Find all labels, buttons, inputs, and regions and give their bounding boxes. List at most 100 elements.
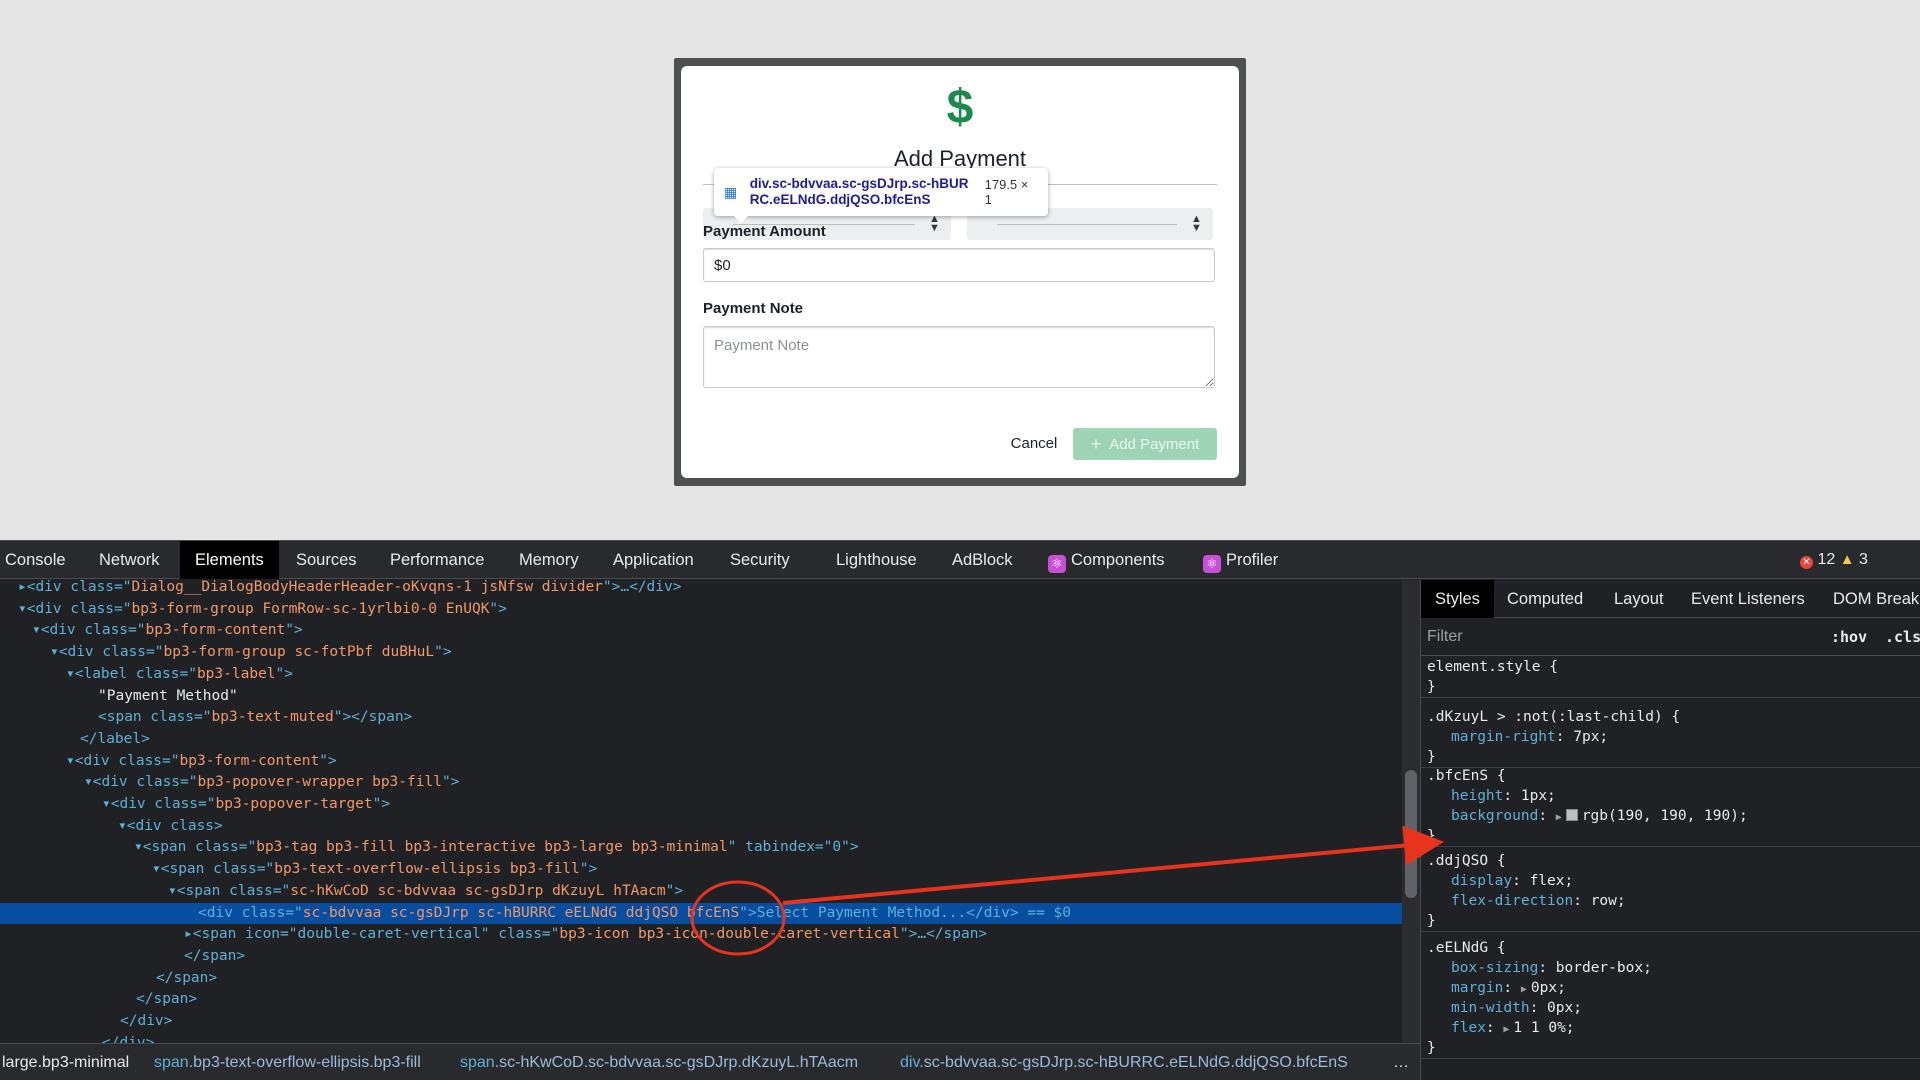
- dom-node[interactable]: </span>: [0, 968, 1402, 989]
- tab-console[interactable]: Console: [5, 541, 66, 579]
- dom-node[interactable]: <span class="bp3-text-muted"></span>: [0, 707, 1402, 728]
- inspector-tooltip: ▦ div.sc-bdvvaa.sc-gsDJrp.sc-hBURRC.eELN…: [714, 168, 1048, 223]
- dom-tag-close: ">: [285, 622, 303, 639]
- page-viewport: $ Add Payment ▲▼ ▲▼ Payment Amount Payme…: [0, 0, 1920, 540]
- hov-button[interactable]: :hov: [1831, 618, 1867, 656]
- css-rule-close: }: [1427, 679, 1436, 695]
- css-rule[interactable]: .bfcEnS { height: 1px; background: ▶ rgb(19…: [1421, 766, 1920, 847]
- tab-security[interactable]: Security: [730, 541, 790, 579]
- styles-filter-input[interactable]: [1427, 624, 1815, 650]
- tab-components[interactable]: ⚛ Components: [1048, 541, 1165, 579]
- expand-triangle-icon[interactable]: ▶: [1556, 812, 1562, 823]
- tab-performance[interactable]: Performance: [390, 541, 484, 579]
- css-rule[interactable]: .ddjQSO {display: flex; flex-direction: r…: [1421, 851, 1920, 932]
- css-rule-close: }: [1427, 828, 1436, 844]
- css-declaration[interactable]: margin-right: 7px;: [1421, 727, 1920, 747]
- css-rule[interactable]: .dKzuyL > :not(:last-child) {margin-righ…: [1421, 707, 1920, 768]
- dom-node[interactable]: ▾<div class="bp3-form-group sc-fotPbf du…: [0, 642, 1402, 663]
- tab-adblock[interactable]: AdBlock: [952, 541, 1013, 579]
- css-rule[interactable]: .eELNdG {box-sizing: border-box; margin: …: [1421, 938, 1920, 1059]
- dom-tag-open: ▸<span icon="double-caret-vertical" clas…: [184, 926, 560, 943]
- tab-layout[interactable]: Layout: [1614, 580, 1664, 618]
- dom-node[interactable]: ▸<span icon="double-caret-vertical" clas…: [0, 924, 1402, 945]
- devtools-panel: Console Network Elements Sources Perform…: [0, 540, 1920, 1080]
- dom-node[interactable]: </div>: [0, 1033, 1402, 1043]
- css-colon: :: [1485, 1020, 1504, 1036]
- dom-class-value: bp3-form-content: [145, 622, 286, 639]
- payment-amount-input[interactable]: [703, 248, 1215, 282]
- grid-icon: ▦: [724, 184, 738, 200]
- dom-node[interactable]: </span>: [0, 989, 1402, 1010]
- tab-computed[interactable]: Computed: [1507, 580, 1583, 618]
- dom-node[interactable]: ▸<div class="Dialog__DialogBodyHeaderHea…: [0, 580, 1402, 598]
- dom-tag-open: ▾<div class=": [50, 644, 164, 661]
- dom-node[interactable]: ▾<div class="bp3-form-content">: [0, 751, 1402, 772]
- dom-node[interactable]: </span>: [0, 946, 1402, 967]
- dom-node-selected[interactable]: <div class="sc-bdvvaa sc-gsDJrp sc-hBURR…: [0, 902, 1402, 924]
- breadcrumb-more-button[interactable]: …: [1393, 1044, 1409, 1080]
- dom-node[interactable]: ▾<div class="bp3-popover-wrapper bp3-fil…: [0, 772, 1402, 793]
- css-declaration[interactable]: display: flex;: [1421, 871, 1920, 891]
- tab-elements[interactable]: Elements: [180, 541, 279, 579]
- cls-button[interactable]: .cls: [1885, 618, 1920, 656]
- styles-filter-row: :hov .cls: [1421, 618, 1920, 656]
- tab-event-listeners[interactable]: Event Listeners: [1691, 580, 1805, 618]
- add-payment-button[interactable]: + Add Payment: [1073, 428, 1217, 460]
- css-property-value: 7px;: [1573, 729, 1609, 745]
- dom-node[interactable]: </label>: [0, 729, 1402, 750]
- tab-network[interactable]: Network: [99, 541, 160, 579]
- css-declaration[interactable]: flex-direction: row;: [1421, 891, 1920, 911]
- breadcrumb-item[interactable]: span.bp3-text-overflow-ellipsis.bp3-fill: [154, 1044, 421, 1080]
- dom-node[interactable]: </div>: [0, 1011, 1402, 1032]
- css-property-name: height: [1451, 788, 1504, 804]
- react-icon: ⚛: [1048, 555, 1066, 573]
- dom-node[interactable]: ▾<span class="bp3-tag bp3-fill bp3-inter…: [0, 837, 1402, 858]
- dom-tag-open: ▾<div class=": [32, 622, 146, 639]
- dom-node[interactable]: ▾<div class>: [0, 816, 1402, 837]
- css-colon: :: [1555, 729, 1574, 745]
- dom-node[interactable]: ▾<div class="bp3-popover-target">: [0, 794, 1402, 815]
- css-property-value: border-box;: [1555, 960, 1652, 976]
- dom-tag-close: ">…</span>: [899, 926, 988, 943]
- dom-node[interactable]: ▾<div class="bp3-form-group FormRow-sc-1…: [0, 599, 1402, 620]
- css-declaration[interactable]: background: ▶ rgb(190, 190, 190);: [1421, 806, 1920, 826]
- dom-class-value: bp3-popover-target: [215, 796, 373, 812]
- css-selector: .eELNdG {: [1427, 940, 1506, 956]
- dom-node[interactable]: ▾<span class="bp3-text-overflow-ellipsis…: [0, 859, 1402, 880]
- tab-dom-breakpoints[interactable]: DOM Breakpoints: [1833, 580, 1920, 618]
- breadcrumb-item[interactable]: large.bp3-minimal: [2, 1044, 129, 1080]
- cancel-button[interactable]: Cancel: [999, 428, 1069, 458]
- css-declaration[interactable]: min-width: 0px;: [1421, 998, 1920, 1018]
- css-property-name: box-sizing: [1451, 960, 1539, 976]
- color-swatch[interactable]: [1565, 809, 1578, 821]
- css-property-value: 0px;: [1547, 1000, 1582, 1016]
- dom-node[interactable]: "Payment Method": [0, 686, 1402, 707]
- dom-node[interactable]: ▾<label class="bp3-label">: [0, 664, 1402, 685]
- tab-lighthouse[interactable]: Lighthouse: [836, 541, 917, 579]
- scrollbar-thumb[interactable]: [1405, 770, 1417, 898]
- dom-tree-scrollbar[interactable]: [1402, 580, 1420, 1043]
- dom-tag-open: </span>: [156, 969, 218, 986]
- dom-class-value: Dialog__DialogBodyHeaderHeader-oKvqns-1 …: [131, 580, 603, 595]
- css-selector: .bfcEnS {: [1427, 768, 1506, 784]
- expand-triangle-icon[interactable]: ▶: [1521, 984, 1527, 995]
- expand-triangle-icon[interactable]: ▶: [1503, 1024, 1509, 1035]
- dom-node[interactable]: ▾<span class="sc-hKwCoD sc-bdvvaa sc-gsD…: [0, 881, 1402, 902]
- tab-profiler[interactable]: ⚛ Profiler: [1203, 541, 1278, 579]
- issues-counter[interactable]: ✕ 12 ▲ 3: [1800, 541, 1868, 579]
- breadcrumb-item[interactable]: div.sc-bdvvaa.sc-gsDJrp.sc-hBURRC.eELNdG…: [900, 1044, 1348, 1080]
- add-payment-dialog: $ Add Payment ▲▼ ▲▼ Payment Amount Payme…: [681, 66, 1239, 478]
- css-declaration[interactable]: margin: ▶ 0px;: [1421, 978, 1920, 998]
- tab-sources[interactable]: Sources: [296, 541, 357, 579]
- css-declaration[interactable]: box-sizing: border-box;: [1421, 958, 1920, 978]
- dom-node[interactable]: ▾<div class="bp3-form-content">: [0, 620, 1402, 641]
- css-declaration[interactable]: height: 1px;: [1421, 786, 1920, 806]
- tab-application[interactable]: Application: [613, 541, 694, 579]
- css-declaration[interactable]: flex: ▶ 1 1 0%;: [1421, 1018, 1920, 1038]
- tab-memory[interactable]: Memory: [519, 541, 579, 579]
- css-rule[interactable]: element.style {}: [1421, 657, 1920, 698]
- dom-tag-close: ">: [275, 665, 293, 682]
- tab-styles[interactable]: Styles: [1421, 580, 1494, 618]
- breadcrumb-item[interactable]: span.sc-hKwCoD.sc-bdvvaa.sc-gsDJrp.dKzuy…: [460, 1044, 858, 1080]
- payment-note-textarea[interactable]: [703, 326, 1215, 388]
